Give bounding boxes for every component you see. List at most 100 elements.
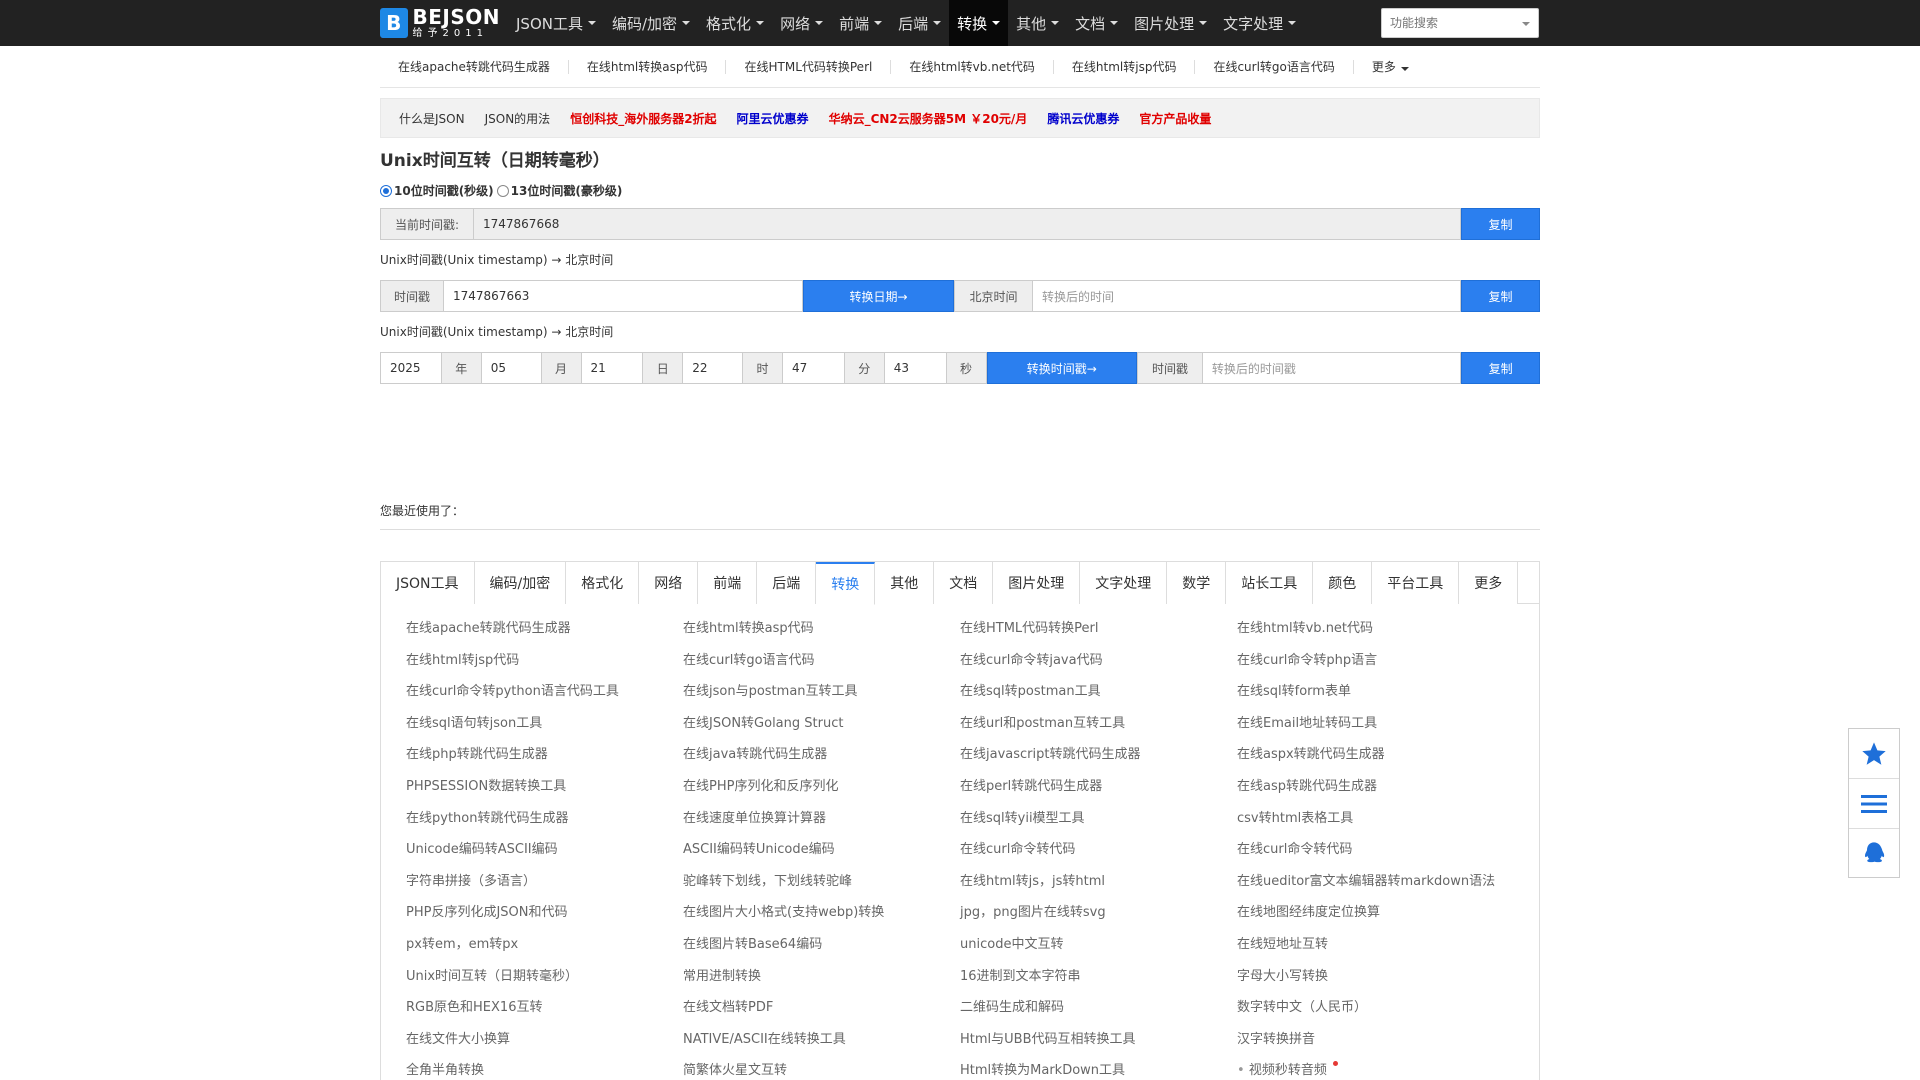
tool-link[interactable]: 在线PHP序列化和反序列化 [683,775,960,807]
tool-link[interactable]: 在线sql转postman工具 [960,680,1237,712]
search-input[interactable] [1382,9,1512,37]
tool-link[interactable]: 数字转中文（人民币） [1237,996,1526,1028]
tool-link[interactable]: Html与UBB代码互相转换工具 [960,1028,1237,1060]
tool-link[interactable]: 在线aspx转跳代码生成器 [1237,743,1526,775]
tool-link[interactable]: px转em，em转px [406,933,683,965]
copy-timestamp-button[interactable]: 复制 [1461,352,1541,384]
nav-item-10[interactable]: 文字处理 [1215,0,1304,46]
category-tab-5[interactable]: 后端 [757,562,817,604]
nav-item-9[interactable]: 图片处理 [1126,0,1215,46]
category-tab-1[interactable]: 编码/加密 [474,562,567,604]
category-tab-6[interactable]: 转换 [816,562,876,605]
subnav-item-5[interactable]: 在线curl转go语言代码 [1195,59,1354,74]
nav-item-1[interactable]: 编码/加密 [604,0,698,46]
tool-link[interactable]: 视频秒转音频 [1237,1059,1526,1080]
tool-link[interactable]: csv转html表格工具 [1237,807,1526,839]
tool-link[interactable]: 在线curl转go语言代码 [683,649,960,681]
promo-link-0[interactable]: 什么是JSON [399,110,465,127]
category-tab-9[interactable]: 图片处理 [993,562,1081,604]
tool-link[interactable]: 在线sql转yii模型工具 [960,807,1237,839]
tool-link[interactable]: 在线curl命令转java代码 [960,649,1237,681]
tool-link[interactable]: 在线curl命令转代码 [960,838,1237,870]
category-tab-14[interactable]: 平台工具 [1372,562,1460,604]
day-input[interactable]: 21 [581,352,644,384]
tool-link[interactable]: 在线速度单位换算计算器 [683,807,960,839]
convert-to-date-button[interactable]: 转换日期→ [803,280,954,312]
subnav-item-3[interactable]: 在线html转vb.net代码 [891,59,1054,74]
category-tab-8[interactable]: 文档 [934,562,994,604]
tool-link[interactable]: 在线url和postman互转工具 [960,712,1237,744]
category-tab-13[interactable]: 颜色 [1313,562,1373,604]
tool-link[interactable]: 字母大小写转换 [1237,965,1526,997]
category-tab-3[interactable]: 网络 [639,562,699,604]
category-tab-4[interactable]: 前端 [698,562,758,604]
subnav-item-0[interactable]: 在线apache转跳代码生成器 [380,59,569,74]
copy-current-button[interactable]: 复制 [1461,208,1540,240]
promo-link-4[interactable]: 华纳云_CN2云服务器5M ￥20元/月 [829,110,1028,127]
tool-link[interactable]: 驼峰转下划线，下划线转驼峰 [683,870,960,902]
tool-link[interactable]: 在线地图经纬度定位换算 [1237,901,1526,933]
favorite-button[interactable] [1849,729,1899,779]
category-tab-10[interactable]: 文字处理 [1080,562,1168,604]
radio-10-digit[interactable] [380,184,392,197]
tool-link[interactable]: 在线sql语句转json工具 [406,712,683,744]
tool-link[interactable]: 在线HTML代码转换Perl [960,617,1237,649]
logo[interactable]: B BEJSON 给予2011 [380,6,500,40]
tool-link[interactable]: 在线ueditor富文本编辑器转markdown语法 [1237,870,1526,902]
tool-link[interactable]: PHP反序列化成JSON和代码 [406,901,683,933]
convert-to-timestamp-button[interactable]: 转换时间戳→ [986,352,1138,384]
tool-link[interactable]: 在线json与postman互转工具 [683,680,960,712]
tool-link[interactable]: 常用进制转换 [683,965,960,997]
category-tab-2[interactable]: 格式化 [566,562,640,604]
hour-input[interactable]: 22 [683,352,744,384]
nav-item-2[interactable]: 格式化 [698,0,772,46]
tool-link[interactable]: 全角半角转换 [406,1059,683,1080]
nav-item-5[interactable]: 后端 [890,0,949,46]
tool-link[interactable]: 在线文件大小换算 [406,1028,683,1060]
category-tab-11[interactable]: 数学 [1167,562,1227,604]
tool-link[interactable]: RGB原色和HEX16互转 [406,996,683,1028]
category-tab-15[interactable]: 更多 [1459,562,1519,604]
minute-input[interactable]: 47 [783,352,845,384]
nav-item-4[interactable]: 前端 [831,0,890,46]
tool-link[interactable]: ASCII编码转Unicode编码 [683,838,960,870]
tool-link[interactable]: 在线图片转Base64编码 [683,933,960,965]
promo-link-3[interactable]: 阿里云优惠券 [737,110,809,127]
tool-link[interactable]: 在线perl转跳代码生成器 [960,775,1237,807]
radio-13-digit[interactable] [496,184,509,197]
subnav-item-4[interactable]: 在线html转jsp代码 [1054,59,1196,74]
tool-link[interactable]: 在线html转jsp代码 [406,649,683,681]
tool-link[interactable]: 在线短地址互转 [1237,933,1526,965]
tool-link[interactable]: 在线html转换asp代码 [683,617,960,649]
tool-link[interactable]: 在线curl命令转代码 [1237,838,1526,870]
tool-link[interactable]: 在线curl命令转python语言代码工具 [406,680,683,712]
promo-link-6[interactable]: 官方产品收量 [1139,110,1211,127]
tool-link[interactable]: 在线php转跳代码生成器 [406,743,683,775]
tool-link[interactable]: PHPSESSION数据转换工具 [406,775,683,807]
second-input[interactable]: 43 [884,352,947,384]
tool-link[interactable]: 在线html转vb.net代码 [1237,617,1526,649]
tool-link[interactable]: 简繁体火星文互转 [683,1059,960,1080]
copy-date-button[interactable]: 复制 [1461,280,1540,312]
tool-link[interactable]: 在线JSON转Golang Struct [683,712,960,744]
tool-link[interactable]: 在线apache转跳代码生成器 [406,617,683,649]
tool-link[interactable]: 字符串拼接（多语言） [406,870,683,902]
tool-link[interactable]: 在线sql转form表单 [1237,680,1526,712]
tool-link[interactable]: 16进制到文本字符串 [960,965,1237,997]
subnav-item-6[interactable]: 更多 [1354,60,1427,74]
subnav-item-1[interactable]: 在线html转换asp代码 [569,59,727,74]
menu-button[interactable] [1849,779,1899,829]
promo-link-1[interactable]: JSON的用法 [485,110,551,127]
nav-item-0[interactable]: JSON工具 [508,0,604,46]
tool-link[interactable]: jpg，png图片在线转svg [960,901,1237,933]
category-tab-0[interactable]: JSON工具 [381,562,475,604]
tool-link[interactable]: 在线文档转PDF [683,996,960,1028]
tool-link[interactable]: 汉字转换拼音 [1237,1028,1526,1060]
chevron-down-icon[interactable] [1522,22,1530,26]
tool-link[interactable]: 在线asp转跳代码生成器 [1237,775,1526,807]
function-search[interactable] [1381,8,1539,38]
timestamp-input[interactable]: 1747867663 [444,280,803,312]
tool-link[interactable]: Unix时间互转（日期转毫秒） [406,965,683,997]
tool-link[interactable]: 在线javascript转跳代码生成器 [960,743,1237,775]
qq-button[interactable] [1849,829,1899,879]
